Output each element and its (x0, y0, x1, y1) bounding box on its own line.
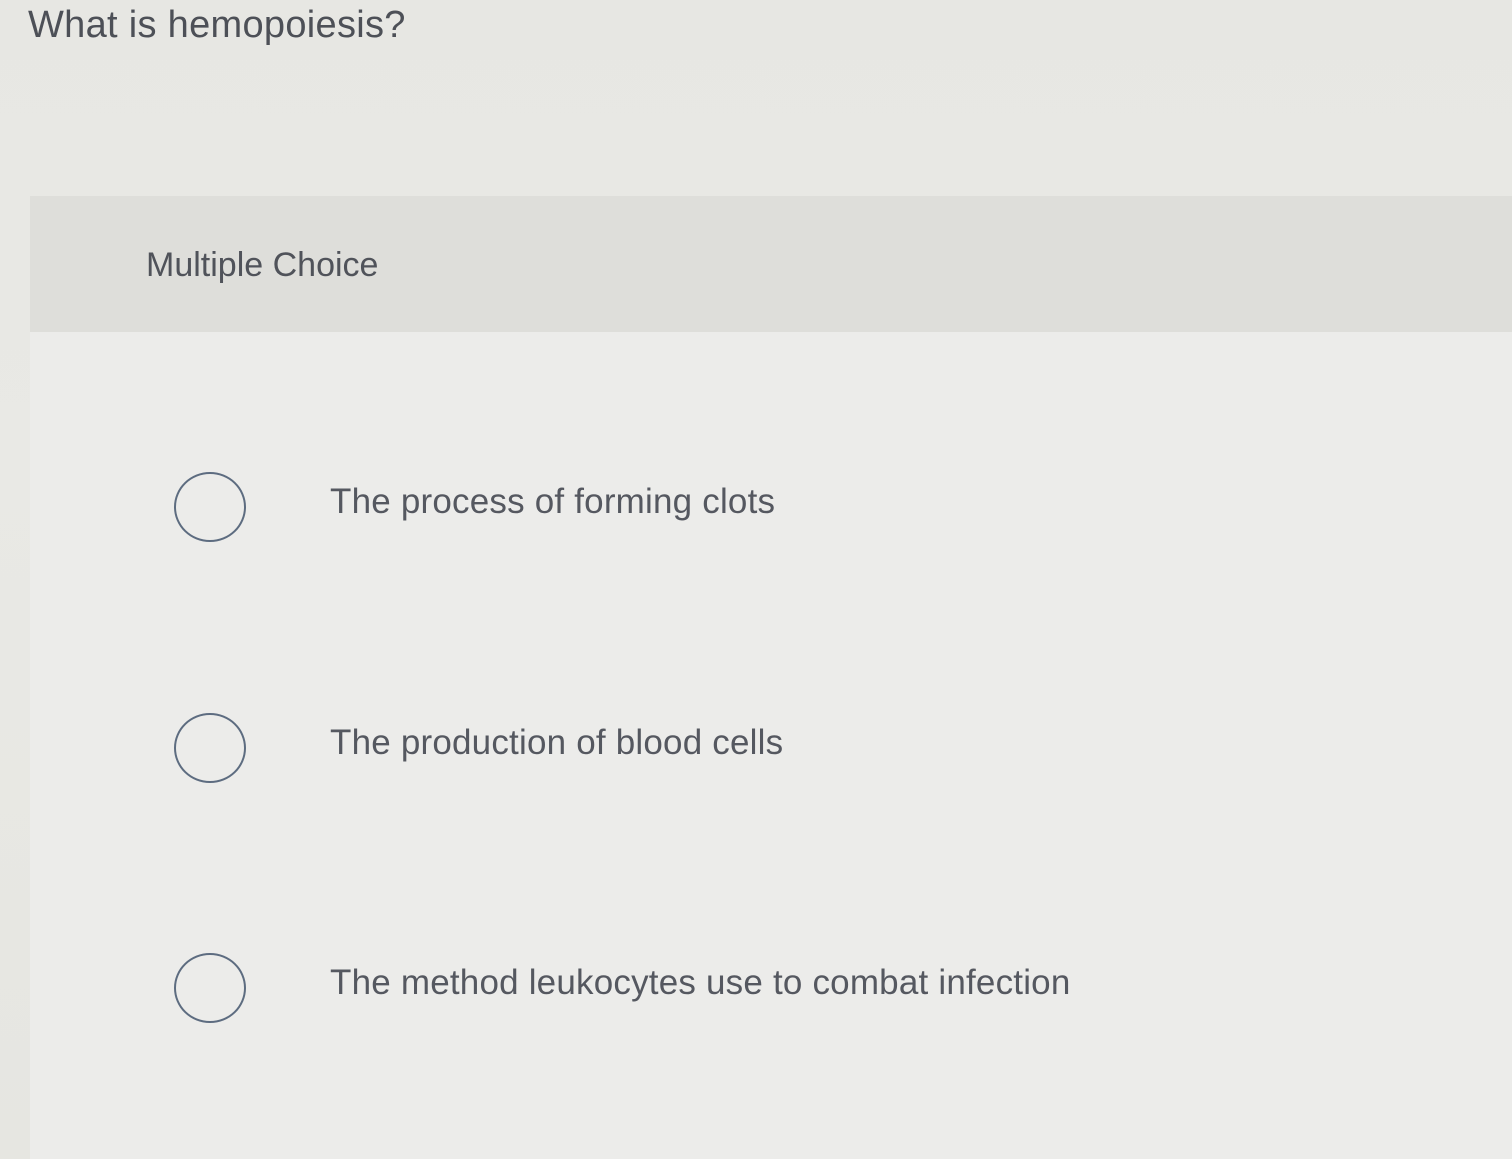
choice-option-3[interactable]: The method leukocytes use to combat infe… (170, 943, 1370, 1043)
choice-label[interactable]: The production of blood cells (330, 723, 783, 763)
radio-button-icon[interactable] (174, 713, 246, 783)
choice-option-2[interactable]: The production of blood cells (170, 703, 1370, 803)
choice-option-1[interactable]: The process of forming clots (170, 462, 1370, 562)
radio-button-icon[interactable] (174, 953, 246, 1023)
question-prompt: What is hemopoiesis? (28, 4, 406, 46)
radio-button-icon[interactable] (174, 472, 246, 542)
choice-label[interactable]: The process of forming clots (330, 482, 775, 522)
choice-label[interactable]: The method leukocytes use to combat infe… (330, 963, 1071, 1003)
question-card: Multiple Choice The process of forming c… (30, 196, 1512, 1159)
question-type-label: Multiple Choice (146, 246, 379, 284)
card-header: Multiple Choice (30, 196, 1512, 332)
